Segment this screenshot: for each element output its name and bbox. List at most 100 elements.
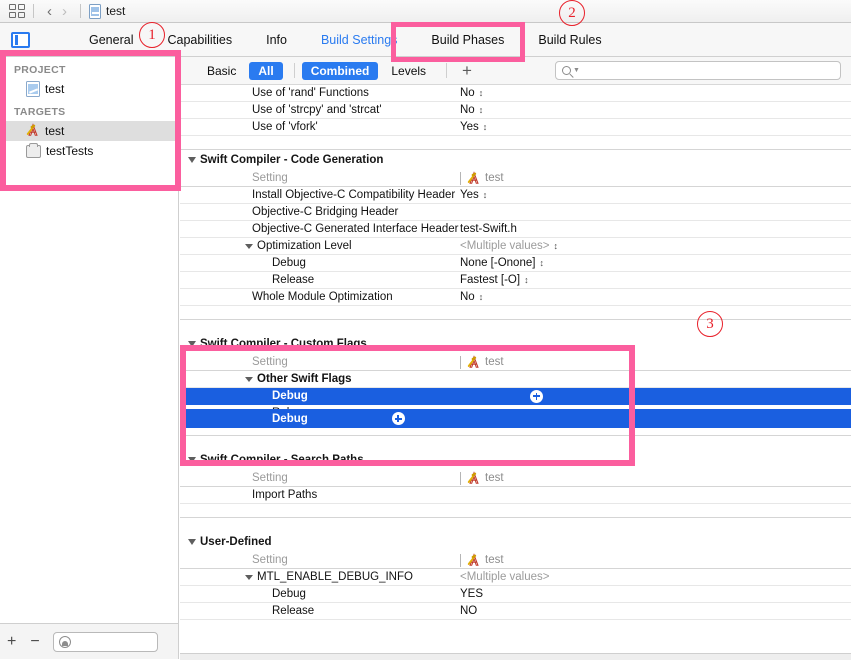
sidebar-item-project-test[interactable]: test xyxy=(0,79,178,99)
setting-name: Other Swift Flags xyxy=(180,373,460,385)
value-text: Fastest [-O] xyxy=(460,274,521,286)
selected-row-debug[interactable]: Debug xyxy=(180,409,851,428)
setting-value[interactable]: Yes ↕ xyxy=(460,189,851,201)
disclosure-triangle-icon[interactable] xyxy=(188,341,196,347)
setting-value[interactable]: test-Swift.h xyxy=(460,223,851,235)
column-header-row: Setting test xyxy=(180,354,851,371)
table-row[interactable]: Install Objective-C Compatibility Header… xyxy=(180,187,851,204)
add-setting-button[interactable]: + xyxy=(454,62,480,79)
disclosure-triangle-icon[interactable] xyxy=(245,244,253,249)
disclosure-triangle-icon[interactable] xyxy=(188,457,196,463)
setting-value[interactable]: Fastest [-O] ↕ xyxy=(460,274,851,286)
add-flag-icon[interactable] xyxy=(530,389,543,403)
setting-value[interactable]: None [-Onone] ↕ xyxy=(460,257,851,269)
group-header-custom-flags[interactable]: Swift Compiler - Custom Flags xyxy=(180,334,851,354)
annotation-marker-3: 3 xyxy=(697,311,723,337)
table-row[interactable]: Other Swift Flags xyxy=(180,371,851,388)
table-row-selected-debug[interactable]: Debug xyxy=(180,388,851,405)
table-row[interactable]: Import Paths xyxy=(180,487,851,504)
disclosure-triangle-icon[interactable] xyxy=(245,575,253,580)
navigator-filter-field[interactable] xyxy=(52,631,158,652)
search-input[interactable] xyxy=(579,63,830,78)
setting-value[interactable]: No ↕ xyxy=(460,291,851,303)
search-field[interactable]: ▼ xyxy=(555,61,841,80)
setting-value[interactable]: NO xyxy=(460,605,851,617)
stepper-icon[interactable]: ↕ xyxy=(554,241,559,251)
segment-levels[interactable]: Levels xyxy=(382,62,435,80)
jump-bar-title[interactable]: test xyxy=(106,4,125,18)
segment-combined[interactable]: Combined xyxy=(301,61,379,80)
group-header-user-defined[interactable]: User-Defined xyxy=(180,532,851,552)
column-header-target: test xyxy=(460,553,851,567)
target-tests-icon xyxy=(26,142,41,158)
tab-build-settings[interactable]: Build Settings xyxy=(304,23,414,57)
table-row[interactable]: Optimization Level <Multiple values> ↕ xyxy=(180,238,851,255)
column-header-row: Setting test xyxy=(180,552,851,569)
value-text: No xyxy=(460,104,475,116)
table-row[interactable]: Use of 'strcpy' and 'strcat' No ↕ xyxy=(180,102,851,119)
sidebar-group-project: PROJECT xyxy=(14,64,66,76)
setting-value[interactable]: YES xyxy=(460,588,851,600)
setting-value[interactable]: No ↕ xyxy=(460,104,851,116)
table-row[interactable]: Release Fastest [-O] ↕ xyxy=(180,272,851,289)
stepper-icon[interactable]: ↕ xyxy=(479,88,484,98)
stepper-icon[interactable]: ↕ xyxy=(524,275,529,285)
stepper-icon[interactable]: ↕ xyxy=(479,292,484,302)
disclosure-triangle-icon[interactable] xyxy=(188,157,196,163)
table-row[interactable]: Objective-C Bridging Header xyxy=(180,204,851,221)
stepper-icon[interactable]: ↕ xyxy=(479,105,484,115)
sidebar-item-target-testtests[interactable]: testTests xyxy=(0,141,178,161)
disclosure-triangle-icon[interactable] xyxy=(188,539,196,545)
setting-name: MTL_ENABLE_DEBUG_INFO xyxy=(180,571,460,583)
table-row[interactable]: Objective-C Generated Interface Header N… xyxy=(180,221,851,238)
grid-icon[interactable] xyxy=(9,4,25,18)
setting-name: Debug xyxy=(272,390,308,402)
remove-target-button[interactable]: − xyxy=(23,633,46,650)
setting-value[interactable]: Yes ↕ xyxy=(460,121,851,133)
setting-name: Whole Module Optimization xyxy=(252,291,393,303)
stepper-icon[interactable]: ↕ xyxy=(539,258,544,268)
annotation-marker-2: 2 xyxy=(559,0,585,26)
setting-value[interactable]: No ↕ xyxy=(460,87,851,99)
table-row[interactable]: Use of 'vfork' Yes ↕ xyxy=(180,119,851,136)
table-row[interactable]: Debug None [-Onone] ↕ xyxy=(180,255,851,272)
show-navigator-icon[interactable] xyxy=(11,31,30,48)
table-row[interactable]: MTL_ENABLE_DEBUG_INFO <Multiple values> xyxy=(180,569,851,586)
setting-name: Use of 'vfork' xyxy=(252,121,318,133)
column-header-setting: Setting xyxy=(252,472,288,484)
back-button[interactable]: ‹ xyxy=(42,4,57,19)
setting-name: Debug xyxy=(272,588,306,600)
tab-info[interactable]: Info xyxy=(249,23,304,57)
setting-value[interactable] xyxy=(460,389,851,403)
table-row[interactable]: Release NO xyxy=(180,603,851,620)
table-row[interactable]: Whole Module Optimization No ↕ xyxy=(180,289,851,306)
tab-general[interactable]: General xyxy=(72,23,150,57)
table-row[interactable]: Debug YES xyxy=(180,586,851,603)
stepper-icon[interactable]: ↕ xyxy=(483,122,488,132)
setting-value[interactable]: <Multiple values> ↕ xyxy=(460,240,851,252)
add-target-button[interactable]: + xyxy=(0,633,23,650)
sidebar-item-target-test[interactable]: test xyxy=(0,121,178,141)
group-header-code-generation[interactable]: Swift Compiler - Code Generation xyxy=(180,150,851,170)
add-flag-icon[interactable] xyxy=(391,412,405,425)
table-row[interactable]: Use of 'rand' Functions No ↕ xyxy=(180,85,851,102)
setting-value[interactable]: <Multiple values> xyxy=(460,571,851,583)
build-settings-table[interactable]: Use of 'rand' Functions No ↕ Use of 'str… xyxy=(180,85,851,655)
value-text: No xyxy=(460,87,475,99)
forward-button[interactable]: › xyxy=(57,4,72,19)
tab-build-phases[interactable]: Build Phases xyxy=(414,23,521,57)
build-settings-filter-bar: Basic All Combined Levels + ▼ xyxy=(180,57,851,85)
divider xyxy=(460,553,461,567)
setting-name: Release xyxy=(272,605,315,617)
stepper-icon[interactable]: ↕ xyxy=(483,190,488,200)
tab-capabilities[interactable]: Capabilities xyxy=(150,23,249,57)
jump-bar: ‹ › test xyxy=(0,0,851,23)
disclosure-triangle-icon[interactable] xyxy=(245,377,253,382)
group-header-search-paths[interactable]: Swift Compiler - Search Paths xyxy=(180,450,851,470)
divider xyxy=(293,63,295,78)
navigator-filter-input[interactable] xyxy=(74,634,155,649)
divider xyxy=(460,171,461,185)
tab-build-rules[interactable]: Build Rules xyxy=(521,23,618,57)
segment-all[interactable]: All xyxy=(249,61,283,80)
segment-basic[interactable]: Basic xyxy=(198,62,245,80)
